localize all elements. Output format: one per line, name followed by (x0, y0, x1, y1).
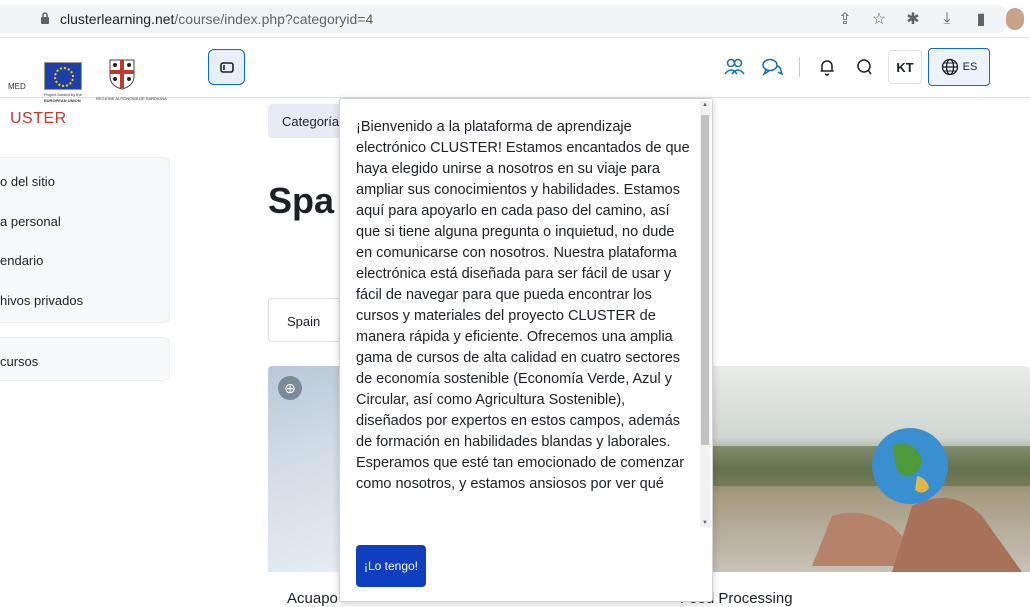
welcome-message: ¡Bienvenido a la plataforma de aprendiza… (356, 119, 690, 492)
star-icon[interactable]: ☆ (870, 9, 888, 29)
download-icon[interactable]: ⤓ (938, 10, 956, 28)
got-it-button[interactable]: ¡Lo tengo! (356, 545, 426, 587)
extensions-icon[interactable]: ✱ (904, 9, 922, 29)
eu-caption: EUROPEAN UNION (44, 98, 81, 103)
popover-scrollbar[interactable]: ▲ ▼ (700, 101, 710, 527)
url-path: /course/index.php?categoryid=4 (174, 11, 374, 27)
browser-actions: ⇪ ☆ ✱ ⤓ ▮ (836, 8, 1030, 30)
sidebar-item-dashboard[interactable]: a personal (0, 214, 61, 229)
eu-flag-logo (44, 62, 82, 90)
contacts-icon[interactable] (715, 48, 753, 86)
drawer-toggle-button[interactable] (208, 49, 245, 85)
url-text[interactable]: clusterlearning.net/course/index.php?cat… (60, 11, 373, 27)
breadcrumb[interactable]: Categoría (268, 104, 348, 138)
sidebar-icon[interactable]: ▮ (972, 9, 990, 29)
browser-toolbar: clusterlearning.net/course/index.php?cat… (0, 0, 1030, 38)
globe-icon: ⊕ (278, 376, 302, 400)
scroll-thumb[interactable] (701, 115, 709, 445)
share-icon[interactable]: ⇪ (836, 9, 854, 29)
cluster-brand: USTER (10, 110, 67, 127)
user-menu-avatar[interactable]: KT (888, 50, 922, 84)
category-select[interactable]: Spain (268, 298, 348, 342)
sidebar-courses-card: cursos (0, 337, 170, 381)
sidebar-item-site-home[interactable]: o del sitio (0, 174, 55, 189)
sardegna-text: REGIONE AUTONOMA DE SARDIGNA (96, 96, 167, 101)
eu-small-text: Project funded by the (44, 92, 82, 97)
welcome-tour-popover: ¡Bienvenido a la plataforma de aprendiza… (339, 98, 713, 602)
sidebar-item-calendar[interactable]: endario (0, 253, 43, 268)
chat-icon[interactable] (753, 48, 791, 86)
messages-icon[interactable] (846, 48, 884, 86)
course-card-image[interactable]: ⊕ (268, 366, 348, 572)
sidebar-toggle-icon (220, 62, 234, 73)
scroll-up-arrow-icon[interactable]: ▲ (700, 102, 710, 108)
sidebar-nav: o del sitio a personal endario hivos pri… (0, 157, 170, 323)
language-code: ES (962, 61, 978, 73)
language-menu[interactable]: ES (928, 48, 990, 86)
navbar-divider (799, 57, 800, 77)
course-card-image[interactable] (712, 366, 1030, 572)
profile-avatar[interactable] (1006, 8, 1024, 30)
course-card-title[interactable]: Acuapo (287, 590, 338, 607)
sidebar-item-private-files[interactable]: hivos privados (0, 293, 83, 308)
sidebar-item-my-courses[interactable]: cursos (0, 354, 38, 369)
globe-hands-photo (712, 366, 1030, 572)
scroll-down-arrow-icon[interactable]: ▼ (700, 520, 710, 526)
navbar-actions: KT ES (715, 48, 990, 86)
page-title: Spa (268, 180, 335, 221)
sardegna-crest-logo (109, 59, 135, 90)
med-logo-text: MED (8, 82, 26, 91)
bell-icon[interactable] (808, 48, 846, 86)
lock-icon (41, 12, 49, 24)
url-domain: clusterlearning.net (60, 11, 175, 27)
globe-icon (941, 58, 958, 76)
